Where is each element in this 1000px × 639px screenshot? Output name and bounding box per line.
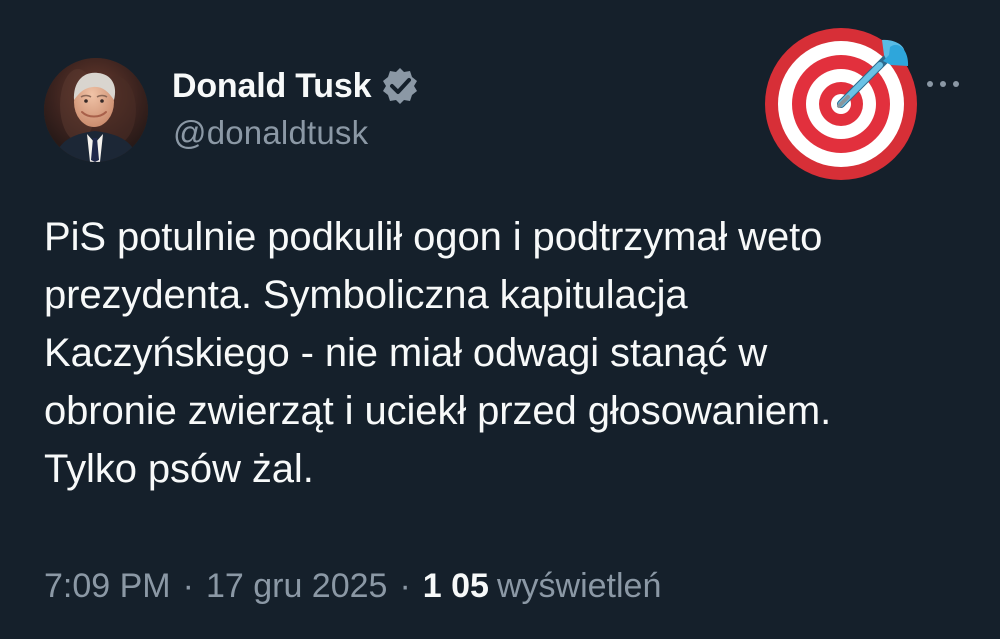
author-name-row: Donald Tusk (172, 62, 421, 110)
metadata-separator: · (399, 566, 411, 605)
views-label: wyświetleń (496, 566, 662, 605)
views-count: 1 05 (422, 566, 489, 605)
tweet-card: Donald Tusk @donaldtusk PiS potulnie pod… (0, 0, 1000, 639)
more-options-icon[interactable] (918, 70, 968, 98)
tweet-time[interactable]: 7:09 PM (44, 567, 171, 606)
metadata-separator: · (182, 566, 194, 605)
tweet-metadata-row: 7:09 PM · 17 gru 2025 · 1 05 wyświetleń (44, 562, 661, 610)
author-avatar[interactable] (44, 58, 148, 162)
author-avatar-image (44, 58, 148, 162)
author-handle[interactable]: @donaldtusk (173, 114, 368, 152)
author-display-name[interactable]: Donald Tusk (172, 67, 371, 106)
tweet-date[interactable]: 17 gru 2025 (206, 567, 388, 606)
tweet-text: PiS potulnie podkulił ogon i podtrzymał … (44, 215, 832, 491)
target-emoji-icon (757, 18, 927, 188)
verified-badge-icon (379, 65, 421, 107)
